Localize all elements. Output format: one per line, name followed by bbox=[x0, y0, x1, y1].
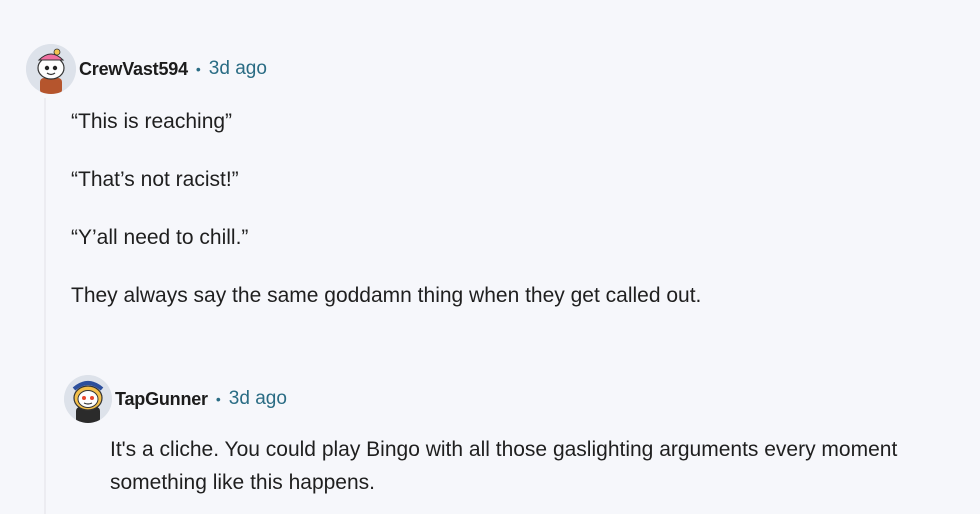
comment-paragraph: They always say the same goddamn thing w… bbox=[71, 284, 702, 307]
username[interactable]: TapGunner bbox=[115, 389, 208, 410]
separator-dot: • bbox=[215, 391, 221, 407]
comment-paragraph: “That’s not racist!” bbox=[71, 168, 239, 191]
comment-body: It's a cliche. You could play Bingo with… bbox=[110, 433, 964, 499]
comment-paragraph: It's a cliche. You could play Bingo with… bbox=[110, 438, 898, 494]
avatar-icon[interactable] bbox=[26, 44, 76, 94]
reply-comment: TapGunner • 3d ago It's a cliche. You co… bbox=[64, 374, 964, 499]
separator-dot: • bbox=[195, 61, 201, 77]
timestamp[interactable]: 3d ago bbox=[209, 58, 267, 80]
comment-paragraph: “Y’all need to chill.” bbox=[71, 226, 249, 249]
comment-header: CrewVast594 • 3d ago bbox=[26, 42, 956, 96]
comment-body: “This is reaching” “That’s not racist!” … bbox=[71, 105, 956, 312]
username[interactable]: CrewVast594 bbox=[79, 59, 188, 80]
comment: CrewVast594 • 3d ago “This is reaching” … bbox=[26, 42, 956, 337]
timestamp[interactable]: 3d ago bbox=[229, 388, 287, 410]
comment-header: TapGunner • 3d ago bbox=[64, 374, 964, 424]
avatar-icon[interactable] bbox=[64, 375, 112, 423]
comment-paragraph: “This is reaching” bbox=[71, 110, 233, 133]
